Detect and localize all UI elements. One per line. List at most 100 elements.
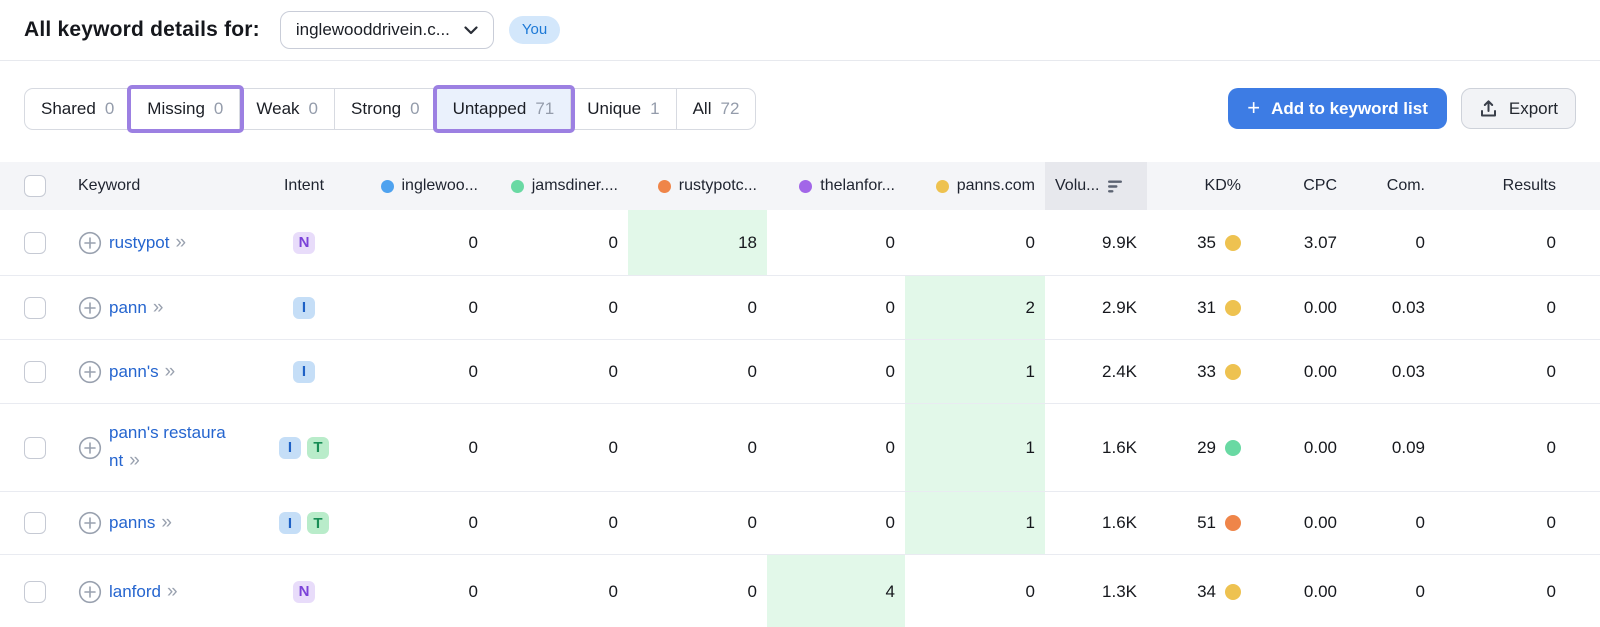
volume-value: 1.6K <box>1045 492 1147 554</box>
competitor-domain-label: jamsdiner.... <box>532 177 618 195</box>
column-header-competitor-2[interactable]: jamsdiner.... <box>488 162 628 210</box>
com-value: 0 <box>1347 492 1435 554</box>
kd-difficulty-dot <box>1225 235 1241 251</box>
results-value: 0 <box>1435 492 1600 554</box>
open-keyword-arrows-icon: » <box>167 581 177 602</box>
keyword-text: panns» <box>109 508 171 537</box>
competitor-position-value: 0 <box>767 340 905 403</box>
export-button[interactable]: Export <box>1461 88 1576 129</box>
row-checkbox[interactable] <box>24 232 46 254</box>
column-header-kd[interactable]: KD% <box>1147 162 1257 210</box>
add-keyword-icon[interactable] <box>78 296 102 320</box>
column-header-volume[interactable]: Volu... <box>1045 162 1147 210</box>
keyword-cell: pann» <box>64 276 260 339</box>
keyword-wrap: lanford » <box>78 577 177 606</box>
volume-value: 2.9K <box>1045 276 1147 339</box>
toolbar: Shared0Missing0Weak0Strong0Untapped71Uni… <box>0 61 1600 130</box>
add-keyword-icon[interactable] <box>78 511 102 535</box>
row-checkbox-cell <box>0 210 64 275</box>
domain-color-dot <box>658 180 671 193</box>
filter-tab-untapped[interactable]: Untapped71 <box>437 89 572 129</box>
competitor-position-value: 0 <box>628 404 767 491</box>
domain-color-dot <box>511 180 524 193</box>
filter-tab-all[interactable]: All72 <box>677 89 756 129</box>
keyword-link[interactable]: pann's restaurant <box>109 423 226 470</box>
filter-tab-strong[interactable]: Strong0 <box>335 89 437 129</box>
kd-cell: 35 <box>1147 210 1257 275</box>
column-header-competitor-1[interactable]: inglewoo... <box>348 162 488 210</box>
competitor-position-value: 0 <box>628 340 767 403</box>
filter-tab-unique[interactable]: Unique1 <box>571 89 676 129</box>
domain-dropdown-value: inglewooddrivein.c... <box>296 20 450 40</box>
volume-value: 9.9K <box>1045 210 1147 275</box>
select-all-checkbox[interactable] <box>24 175 46 197</box>
row-checkbox[interactable] <box>24 581 46 603</box>
intent-cell: N <box>260 555 348 627</box>
keyword-text: pann's» <box>109 357 174 386</box>
column-header-competitor-5[interactable]: panns.com <box>905 162 1045 210</box>
competitor-position-value: 0 <box>488 340 628 403</box>
kd-difficulty-dot <box>1225 515 1241 531</box>
intent-cell: IT <box>260 492 348 554</box>
add-keyword-icon[interactable] <box>78 231 102 255</box>
keyword-wrap: pann's restaurant» <box>78 420 231 476</box>
add-keyword-icon[interactable] <box>78 360 102 384</box>
kd-value: 51 <box>1197 513 1216 533</box>
kd-cell: 51 <box>1147 492 1257 554</box>
add-to-keyword-list-button[interactable]: + Add to keyword list <box>1228 88 1447 129</box>
intent-badge-i: I <box>279 437 301 459</box>
tab-label: Untapped <box>453 99 527 119</box>
tab-count: 0 <box>410 99 419 119</box>
results-value: 0 <box>1435 210 1600 275</box>
row-checkbox[interactable] <box>24 297 46 319</box>
tab-label: Missing <box>147 99 205 119</box>
kd-difficulty-dot <box>1225 300 1241 316</box>
volume-value: 1.3K <box>1045 555 1147 627</box>
volume-value: 2.4K <box>1045 340 1147 403</box>
column-header-com[interactable]: Com. <box>1347 162 1435 210</box>
filter-tab-shared[interactable]: Shared0 <box>25 89 131 129</box>
competitor-position-value: 0 <box>905 210 1045 275</box>
kd-difficulty-dot <box>1225 584 1241 600</box>
column-header-cpc[interactable]: CPC <box>1257 162 1347 210</box>
keyword-text: rustypot» <box>109 228 185 257</box>
competitor-position-value: 4 <box>767 555 905 627</box>
kd-cell: 33 <box>1147 340 1257 403</box>
keyword-link[interactable]: pann <box>109 298 147 317</box>
column-header-competitor-4[interactable]: thelanfor... <box>767 162 905 210</box>
keyword-link[interactable]: lanford <box>109 582 161 601</box>
row-checkbox[interactable] <box>24 437 46 459</box>
competitor-position-value: 1 <box>905 404 1045 491</box>
domain-color-dot <box>381 180 394 193</box>
open-keyword-arrows-icon: » <box>129 450 139 471</box>
table-body: rustypot»N0018009.9K353.0700pann»I000022… <box>0 210 1600 627</box>
table-header-row: Keyword Intent inglewoo... jamsdiner....… <box>0 162 1600 210</box>
results-value: 0 <box>1435 555 1600 627</box>
row-checkbox[interactable] <box>24 361 46 383</box>
kd-cell: 29 <box>1147 404 1257 491</box>
filter-tab-weak[interactable]: Weak0 <box>240 89 335 129</box>
add-keyword-icon[interactable] <box>78 580 102 604</box>
kd-value: 34 <box>1197 582 1216 602</box>
keyword-link[interactable]: rustypot <box>109 233 169 252</box>
tab-count: 0 <box>309 99 318 119</box>
add-keyword-icon[interactable] <box>78 436 102 460</box>
column-header-competitor-3[interactable]: rustypotc... <box>628 162 767 210</box>
competitor-position-value: 0 <box>348 276 488 339</box>
com-value: 0 <box>1347 555 1435 627</box>
row-checkbox-cell <box>0 404 64 491</box>
page-title: All keyword details for: <box>24 18 260 42</box>
competitor-position-value: 1 <box>905 492 1045 554</box>
column-header-results[interactable]: Results <box>1435 162 1600 210</box>
filter-tab-missing[interactable]: Missing0 <box>131 89 240 129</box>
tab-count: 72 <box>720 99 739 119</box>
row-checkbox[interactable] <box>24 512 46 534</box>
keyword-link[interactable]: panns <box>109 513 155 532</box>
keyword-link[interactable]: pann's <box>109 362 159 381</box>
tab-label: Unique <box>587 99 641 119</box>
intent-cell: I <box>260 276 348 339</box>
competitor-position-value: 0 <box>767 210 905 275</box>
competitor-position-value: 0 <box>767 492 905 554</box>
results-value: 0 <box>1435 340 1600 403</box>
domain-dropdown[interactable]: inglewooddrivein.c... <box>280 11 494 49</box>
